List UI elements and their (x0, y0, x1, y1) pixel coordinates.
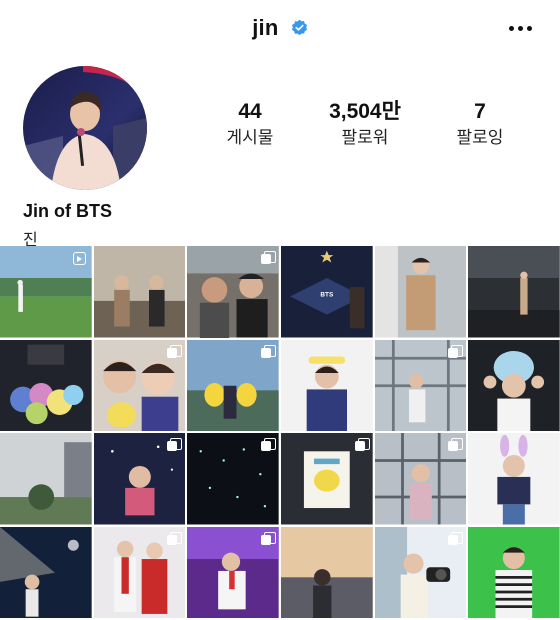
carousel-icon (448, 438, 464, 451)
post-thumbnail[interactable] (0, 339, 92, 431)
post-thumbnail[interactable] (374, 246, 467, 338)
post-thumbnail[interactable] (374, 433, 467, 525)
post-thumbnail[interactable] (187, 526, 279, 618)
posts-label: 게시물 (226, 128, 274, 147)
carousel-icon (354, 438, 370, 451)
post-thumbnail[interactable] (280, 433, 373, 525)
following-count: 7 (474, 100, 486, 123)
stat-followers[interactable]: 3,504만 팔로워 (305, 100, 425, 149)
menu-dot (527, 26, 532, 31)
post-thumbnail[interactable] (187, 339, 279, 431)
stat-posts[interactable]: 44 게시물 (190, 100, 310, 149)
post-image (468, 526, 560, 618)
username-title: jin (0, 14, 560, 41)
post-thumbnail[interactable] (0, 526, 92, 618)
reel-icon (72, 252, 86, 265)
post-image (93, 246, 186, 338)
post-thumbnail[interactable] (187, 246, 279, 338)
carousel-icon (260, 344, 276, 358)
menu-dot (518, 26, 523, 31)
post-thumbnail[interactable] (93, 433, 186, 525)
svg-text:BTS: BTS (320, 291, 334, 298)
post-thumbnail[interactable] (468, 339, 560, 431)
post-image (280, 339, 373, 431)
post-thumbnail[interactable] (468, 433, 560, 525)
profile-header: jin (0, 0, 560, 60)
profile-full-name: Jin of BTS (23, 201, 112, 221)
post-image (0, 433, 92, 525)
profile-avatar[interactable] (23, 66, 147, 190)
post-image (374, 246, 467, 338)
post-thumbnail[interactable] (468, 526, 560, 618)
followers-count: 3,504만 (329, 100, 401, 123)
carousel-icon (167, 344, 183, 358)
post-image (0, 526, 92, 618)
carousel-icon (167, 531, 183, 545)
post-thumbnail[interactable] (468, 246, 560, 338)
following-label: 팔로잉 (456, 128, 504, 147)
post-image: BTS (280, 246, 373, 338)
carousel-icon (260, 251, 276, 264)
avatar-image (23, 66, 147, 190)
post-thumbnail[interactable] (93, 339, 186, 431)
post-thumbnail[interactable] (0, 246, 92, 338)
menu-dot (509, 26, 514, 31)
carousel-icon (448, 531, 464, 545)
carousel-icon (260, 531, 276, 545)
followers-label: 팔로워 (341, 128, 389, 147)
post-image (280, 526, 373, 618)
post-thumbnail[interactable] (93, 246, 186, 338)
username-text: jin (252, 15, 279, 41)
post-thumbnail[interactable] (0, 433, 92, 525)
post-thumbnail[interactable] (374, 339, 467, 431)
post-image (468, 433, 560, 525)
carousel-icon (167, 438, 183, 451)
post-image (468, 339, 560, 431)
verified-badge-icon (291, 19, 307, 35)
post-thumbnail[interactable]: BTS (280, 246, 373, 338)
post-thumbnail[interactable] (280, 339, 373, 431)
post-thumbnail[interactable] (187, 433, 279, 525)
post-thumbnail[interactable] (93, 526, 186, 618)
carousel-icon (448, 344, 464, 358)
post-image (0, 339, 92, 431)
posts-grid: BTS (0, 246, 560, 620)
post-thumbnail[interactable] (280, 526, 373, 618)
post-thumbnail[interactable] (374, 526, 467, 618)
post-image (468, 246, 560, 338)
carousel-icon (260, 438, 276, 451)
more-options-icon[interactable] (508, 20, 534, 36)
posts-count: 44 (238, 100, 262, 123)
stat-following[interactable]: 7 팔로잉 (420, 100, 540, 149)
